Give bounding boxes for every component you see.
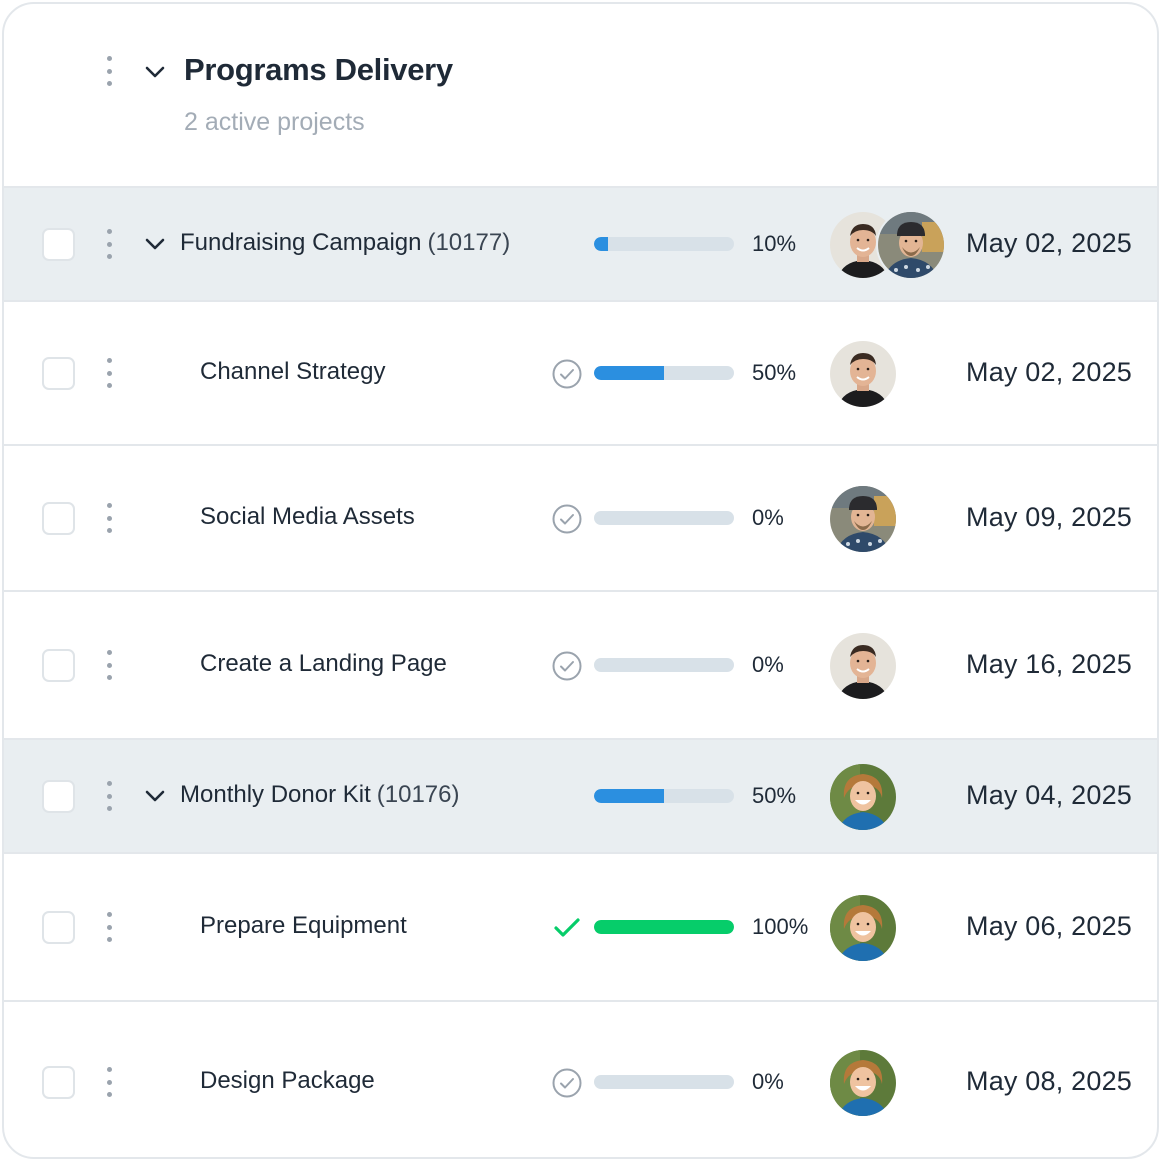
more-options-icon[interactable]: [105, 229, 113, 259]
project-code: (10176): [376, 781, 460, 808]
name-text: Social Media Assets: [200, 503, 415, 530]
check-circle-icon[interactable]: [551, 650, 583, 682]
avatar-woman[interactable]: [830, 1050, 896, 1116]
group-subtitle: 2 active projects: [184, 108, 365, 136]
row-checkbox[interactable]: [42, 649, 75, 682]
due-date: May 04, 2025: [966, 780, 1133, 810]
due-date: May 08, 2025: [966, 1066, 1133, 1096]
progress-fill: [594, 789, 664, 803]
row-checkbox[interactable]: [42, 502, 75, 535]
chevron-down-icon[interactable]: [144, 789, 166, 803]
name-text: Prepare Equipment: [200, 912, 407, 939]
chevron-down-icon[interactable]: [144, 65, 166, 79]
progress-percent: 100%: [752, 914, 809, 939]
progress-percent: 50%: [752, 783, 797, 808]
progress-bar: [594, 511, 734, 525]
chevron-down-icon[interactable]: [144, 237, 166, 251]
check-circle-icon[interactable]: [551, 358, 583, 390]
check-circle-icon[interactable]: [551, 503, 583, 535]
more-options-icon[interactable]: [105, 503, 113, 533]
avatar-man-2[interactable]: [878, 212, 944, 278]
task-row: Create a Landing Page 0% May 16, 2025: [4, 590, 1157, 738]
group-title: Programs Delivery: [184, 52, 453, 87]
group-header: Programs Delivery 2 active projects: [4, 4, 1157, 187]
progress-percent: 0%: [752, 652, 784, 677]
task-name[interactable]: Social Media Assets: [200, 503, 415, 531]
due-date: May 06, 2025: [966, 911, 1133, 941]
name-text: Create a Landing Page: [200, 650, 447, 677]
progress-bar: [594, 920, 734, 934]
due-date: May 09, 2025: [966, 502, 1133, 532]
avatar-man-2[interactable]: [830, 486, 896, 552]
avatar-woman[interactable]: [830, 895, 896, 961]
avatar-man-1[interactable]: [830, 341, 896, 407]
row-checkbox[interactable]: [42, 1066, 75, 1099]
task-row: Prepare Equipment 100% May 06, 2025: [4, 852, 1157, 1000]
name-text: Monthly Donor Kit: [180, 781, 371, 808]
project-name[interactable]: Monthly Donor Kit (10176): [180, 781, 459, 809]
row-checkbox[interactable]: [42, 357, 75, 390]
more-options-icon[interactable]: [105, 781, 113, 811]
project-name[interactable]: Fundraising Campaign (10177): [180, 229, 510, 257]
more-options-icon[interactable]: [105, 358, 113, 388]
more-options-icon[interactable]: [105, 1067, 113, 1097]
row-checkbox[interactable]: [42, 911, 75, 944]
row-checkbox[interactable]: [42, 228, 75, 261]
progress-bar: [594, 789, 734, 803]
checkmark-icon[interactable]: [551, 912, 583, 944]
progress-percent: 0%: [752, 1069, 784, 1094]
task-name[interactable]: Prepare Equipment: [200, 912, 407, 940]
task-name[interactable]: Design Package: [200, 1067, 375, 1095]
progress-bar: [594, 658, 734, 672]
due-date: May 02, 2025: [966, 228, 1133, 258]
due-date: May 02, 2025: [966, 357, 1133, 387]
name-text: Fundraising Campaign: [180, 229, 422, 256]
progress-bar: [594, 237, 734, 251]
project-row: Monthly Donor Kit (10176) 50% May 04, 2025: [4, 738, 1157, 852]
task-row: Design Package 0% May 08, 2025: [4, 1000, 1157, 1157]
progress-percent: 0%: [752, 505, 784, 530]
progress-bar: [594, 366, 734, 380]
group-more-icon[interactable]: [105, 56, 113, 86]
avatar-woman[interactable]: [830, 764, 896, 830]
progress-fill: [594, 920, 734, 934]
progress-fill: [594, 237, 608, 251]
progress-bar: [594, 1075, 734, 1089]
project-group-card: Programs Delivery 2 active projects Fund…: [2, 2, 1159, 1159]
progress-percent: 10%: [752, 231, 797, 256]
task-row: Social Media Assets 0% May 09, 2025: [4, 444, 1157, 590]
progress-fill: [594, 366, 664, 380]
more-options-icon[interactable]: [105, 650, 113, 680]
project-row: Fundraising Campaign (10177) 10% May 02, 2…: [4, 186, 1157, 300]
row-checkbox[interactable]: [42, 780, 75, 813]
task-name[interactable]: Channel Strategy: [200, 358, 385, 386]
task-name[interactable]: Create a Landing Page: [200, 650, 447, 678]
avatar-man-1[interactable]: [830, 633, 896, 699]
name-text: Channel Strategy: [200, 358, 386, 385]
name-text: Design Package: [200, 1067, 375, 1094]
project-code: (10177): [427, 229, 511, 256]
progress-percent: 50%: [752, 360, 797, 385]
due-date: May 16, 2025: [966, 649, 1133, 679]
check-circle-icon[interactable]: [551, 1067, 583, 1099]
task-row: Channel Strategy 50% May 02, 2025: [4, 300, 1157, 444]
more-options-icon[interactable]: [105, 912, 113, 942]
